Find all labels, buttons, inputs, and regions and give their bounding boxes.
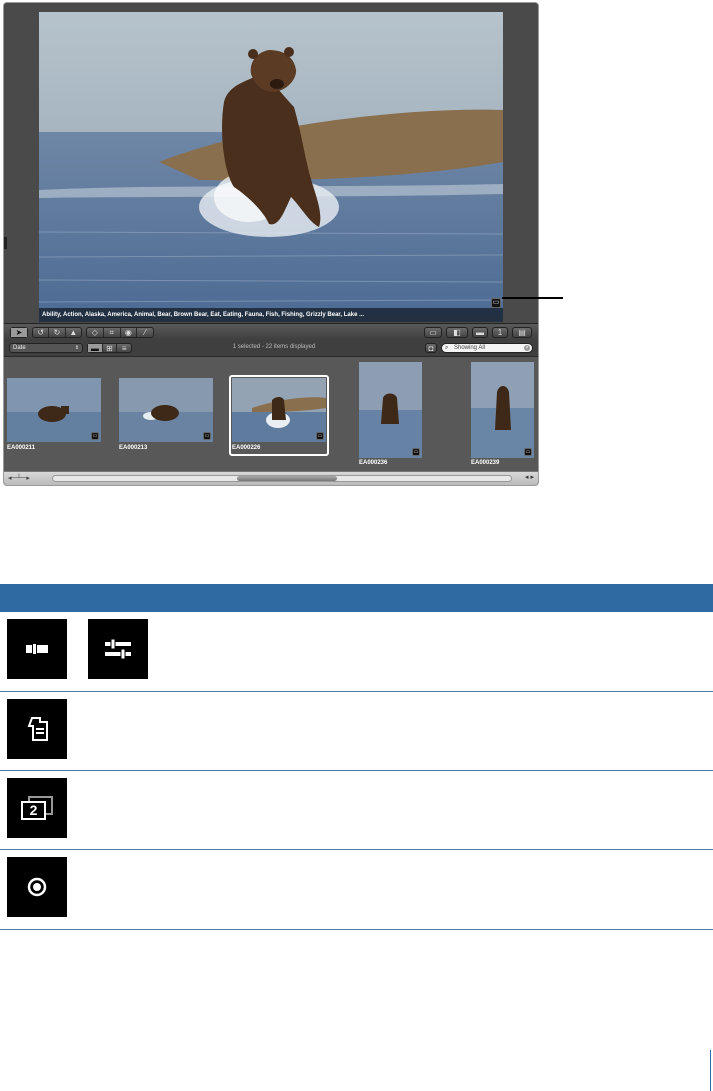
viewer-layout-icon[interactable]: ▤ <box>513 328 531 337</box>
thumbnail-badge-icon: ▭ <box>316 432 324 440</box>
filmstrip-view-icon[interactable]: ▬ <box>88 344 103 353</box>
thumbnail-badge-icon: ▭ <box>412 448 420 456</box>
thumbnail-label: EA000226 <box>232 445 261 451</box>
thumbnail-5[interactable]: ▭ <box>471 362 534 458</box>
thumbnail-badge-icon: ▭ <box>91 432 99 440</box>
stack-count-icon: 2 <box>7 778 67 838</box>
target-circle-icon <box>7 857 67 917</box>
metadata-overlay-collapsed-icon <box>7 619 67 679</box>
scroll-bar-area: ◂─┴─▸ ◂ ▸ <box>4 471 538 485</box>
sort-select-value: Date <box>13 345 26 351</box>
browser-filmstrip: ▭ EA000211 ▭ EA000213 ▭ EA000226 ▭ EA000… <box>4 357 538 471</box>
grid-view-icon[interactable]: ⊞ <box>103 344 118 353</box>
sort-select[interactable]: Date ⇕ <box>9 343 83 353</box>
thumbnail-3[interactable]: ▭ <box>232 378 326 442</box>
overlay-menu-button: ◧ <box>446 327 468 338</box>
metadata-overlay-expanded-icon <box>88 619 148 679</box>
app-window: Ability, Action, Alaska, America, Animal… <box>3 2 539 486</box>
thumbnail-2[interactable]: ▭ <box>119 378 213 442</box>
metadata-button: ▬ <box>472 327 488 338</box>
table-row <box>0 850 713 930</box>
search-value: Showing All <box>454 345 486 351</box>
edit-tool-group: ◇ ⌗ ◉ ⁄ <box>86 327 154 338</box>
crop-icon[interactable]: ⌗ <box>104 328 121 337</box>
filter-bar: Date ⇕ ▬ ⊞ ≡ 1 selected - 22 items displ… <box>4 340 538 357</box>
scrollbar-thumb[interactable] <box>237 476 337 481</box>
rotate-left-icon[interactable]: ↺ <box>33 328 50 337</box>
main-photo[interactable]: Ability, Action, Alaska, America, Animal… <box>39 12 503 322</box>
overlay-menu-icon[interactable]: ◧ <box>447 328 467 337</box>
thumbnail-label: EA000239 <box>471 460 500 466</box>
clear-search-icon[interactable]: × <box>524 345 530 351</box>
viewer-pane: Ability, Action, Alaska, America, Animal… <box>4 3 538 323</box>
red-eye-icon[interactable]: ◉ <box>121 328 138 337</box>
page-edge-marker <box>710 1050 711 1091</box>
viewer-resize-handle[interactable] <box>4 237 7 249</box>
straighten-icon[interactable]: ◇ <box>87 328 104 337</box>
rotate-right-icon[interactable]: ↻ <box>49 328 66 337</box>
search-field[interactable]: ⌕ Showing All × <box>441 343 533 353</box>
metadata-overlay-toggle-icon[interactable]: ▭ <box>491 298 501 308</box>
thumbnail-label: EA000236 <box>359 460 388 466</box>
hud-button: ▭ <box>424 327 442 338</box>
adjust-tool-group: ↺ ↻ ▲ <box>32 327 82 338</box>
view-mode-group: ▬ ⊞ ≡ <box>87 343 132 353</box>
stack-count-number: 2 <box>30 802 38 818</box>
selection-tool-group: ➤ <box>10 327 28 338</box>
filter-hud-button: ◘ <box>425 343 437 353</box>
thumbnail-label: EA000211 <box>7 445 36 451</box>
lift-stamp-icon[interactable]: ▲ <box>66 328 81 337</box>
thumbnail-4[interactable]: ▭ <box>359 362 422 458</box>
list-view-icon[interactable]: ≡ <box>117 344 131 353</box>
thumbnail-label: EA000213 <box>119 445 148 451</box>
thumbnail-badge-icon: ▭ <box>524 448 532 456</box>
selection-arrow-icon[interactable]: ➤ <box>11 328 27 337</box>
callout-line <box>502 297 563 299</box>
metadata-icon[interactable]: ▬ <box>473 328 487 337</box>
single-view-icon[interactable]: 1 <box>493 328 507 337</box>
thumbnail-size-slider[interactable]: ◂─┴─▸ <box>8 474 30 482</box>
scroll-arrows-icon[interactable]: ◂ ▸ <box>525 473 534 481</box>
search-icon: ⌕ <box>445 345 449 351</box>
selection-status: 1 selected - 22 items displayed <box>232 344 316 350</box>
select-arrows-icon: ⇕ <box>74 345 79 351</box>
single-view-button: 1 <box>492 327 508 338</box>
filter-hud-icon[interactable]: ◘ <box>426 344 436 353</box>
table-row: 2 <box>0 771 713 850</box>
thumbnail-1[interactable]: ▭ <box>7 378 101 442</box>
hud-icon[interactable]: ▭ <box>425 328 441 337</box>
table-header <box>0 584 713 612</box>
auto-stack-badge-icon <box>7 699 67 759</box>
thumbnail-badge-icon: ▭ <box>203 432 211 440</box>
table-row <box>0 612 713 692</box>
tool-strip: ➤ ↺ ↻ ▲ ◇ ⌗ ◉ ⁄ ▭ ◧ ▬ 1 ▤ <box>4 323 538 341</box>
brush-icon[interactable]: ⁄ <box>137 328 153 337</box>
keyword-overlay: Ability, Action, Alaska, America, Animal… <box>39 308 503 322</box>
viewer-layout-button: ▤ <box>512 327 532 338</box>
table-row <box>0 692 713 771</box>
